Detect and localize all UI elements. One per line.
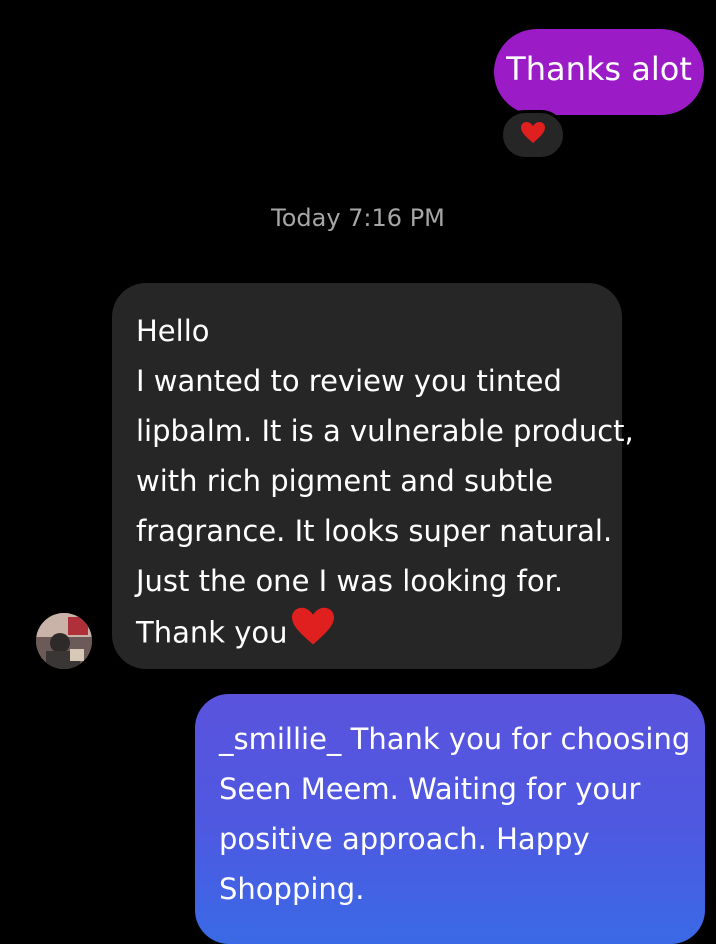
message-line: Seen Meem. Waiting for your [219, 772, 641, 806]
message-line: _smillie_ Thank you for choosing [219, 722, 691, 756]
outgoing-reply-bubble[interactable]: _smillie_ Thank you for choosing Seen Me… [195, 694, 705, 944]
message-line: I wanted to review you tinted [136, 364, 562, 398]
reaction-badge[interactable] [500, 110, 566, 160]
avatar-image [36, 613, 92, 669]
message-line: positive approach. Happy [219, 822, 590, 856]
message-line-text: Thank you [136, 615, 288, 650]
message-line-last: Thank you [136, 606, 602, 663]
message-text: Thanks alot [506, 50, 692, 88]
message-timestamp: Today 7:16 PM [271, 204, 445, 232]
sender-avatar[interactable] [36, 613, 92, 669]
message-line: Just the one I was looking for. [136, 564, 564, 598]
message-line: Hello [136, 314, 210, 348]
incoming-message-bubble[interactable]: Hello I wanted to review you tinted lipb… [112, 283, 634, 669]
message-line: with rich pigment and subtle [136, 464, 554, 498]
message-line: Shopping. [219, 872, 365, 906]
message-line: lipbalm. It is a vulnerable product, [136, 414, 634, 448]
outgoing-message-bubble[interactable]: Thanks alot [494, 29, 704, 115]
heart-icon [290, 606, 336, 663]
heart-icon [520, 121, 546, 149]
message-line: fragrance. It looks super natural. [136, 514, 613, 548]
